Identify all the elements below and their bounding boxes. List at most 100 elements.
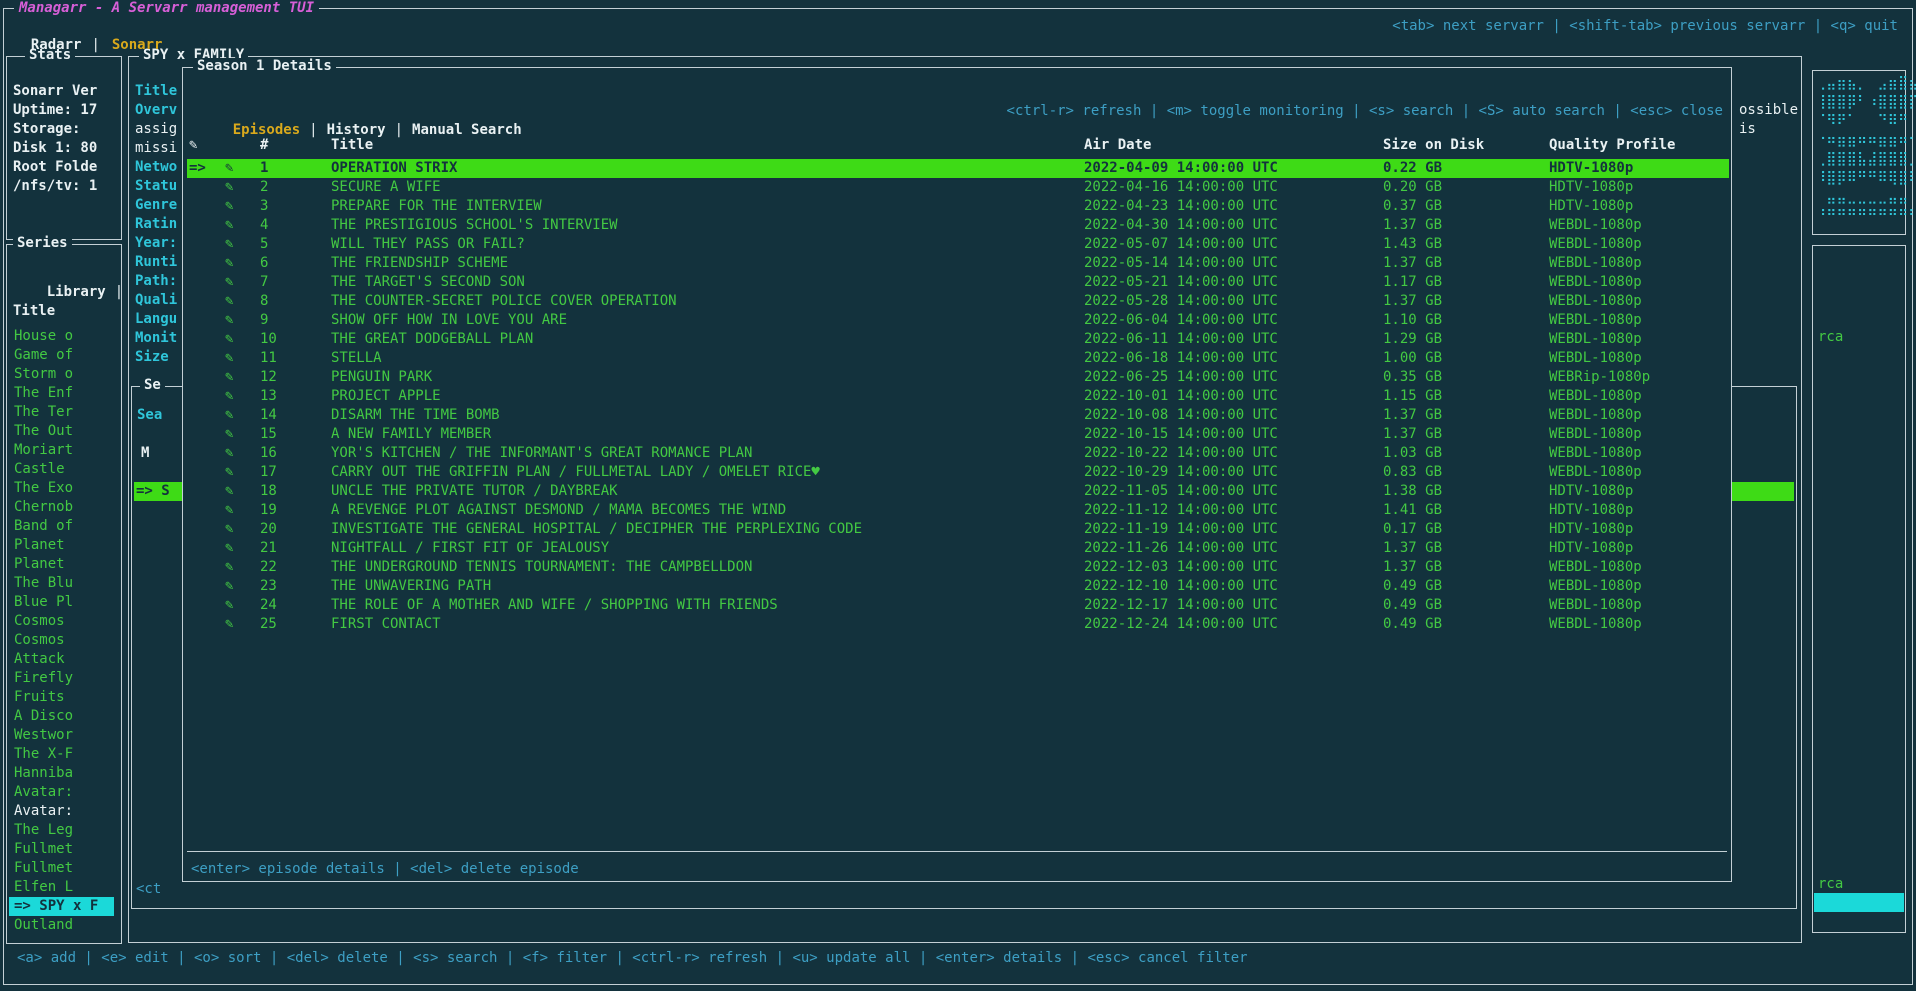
series-list-item[interactable]: Planet xyxy=(9,555,114,574)
episode-quality: WEBDL-1080p xyxy=(1549,615,1642,634)
poster-art-line: ⠸⣿⡿⠿⠛⠛⠿⢿⣿⠇ xyxy=(1816,169,1916,188)
episode-row[interactable]: ✎ 5 WILL THEY PASS OR FAIL? 2022-05-07 1… xyxy=(187,235,1729,254)
series-list-item[interactable]: The Ter xyxy=(9,403,114,422)
episode-row[interactable]: ✎ 25 FIRST CONTACT 2022-12-24 14:00:00 U… xyxy=(187,615,1729,634)
episode-row[interactable]: ✎ 18 UNCLE THE PRIVATE TUTOR / DAYBREAK … xyxy=(187,482,1729,501)
series-list-item[interactable]: Planet xyxy=(9,536,114,555)
series-list-item[interactable]: Avatar: xyxy=(9,802,114,821)
episode-quality: WEBDL-1080p xyxy=(1549,558,1642,577)
series-list-item[interactable]: The Exo xyxy=(9,479,114,498)
series-list-item[interactable]: Westwor xyxy=(9,726,114,745)
episode-row[interactable]: ✎ 12 PENGUIN PARK 2022-06-25 14:00:00 UT… xyxy=(187,368,1729,387)
episode-title: SHOW OFF HOW IN LOVE YOU ARE xyxy=(331,311,567,330)
episode-row[interactable]: ✎ 6 THE FRIENDSHIP SCHEME 2022-05-14 14:… xyxy=(187,254,1729,273)
series-list-item[interactable]: Castle xyxy=(9,460,114,479)
episode-row[interactable]: ✎ 7 THE TARGET'S SECOND SON 2022-05-21 1… xyxy=(187,273,1729,292)
series-list-item[interactable]: Blue Pl xyxy=(9,593,114,612)
episode-row[interactable]: ✎ 20 INVESTIGATE THE GENERAL HOSPITAL / … xyxy=(187,520,1729,539)
series-list-item[interactable]: Fullmet xyxy=(9,840,114,859)
series-list-item[interactable]: Fullmet xyxy=(9,859,114,878)
series-list-item[interactable]: Attack xyxy=(9,650,114,669)
episode-row[interactable]: ✎ 11 STELLA 2022-06-18 14:00:00 UTC 1.00… xyxy=(187,349,1729,368)
series-list-item[interactable]: Game of xyxy=(9,346,114,365)
series-list-item[interactable]: Chernob xyxy=(9,498,114,517)
episode-number: 5 xyxy=(260,235,268,254)
stat-line: Disk 1: 80 xyxy=(13,139,119,158)
episode-row[interactable]: ✎ 13 PROJECT APPLE 2022-10-01 14:00:00 U… xyxy=(187,387,1729,406)
episode-table-header: ✎ # Title Air Date Size on Disk Quality … xyxy=(183,136,1731,155)
episode-number: 22 xyxy=(260,558,277,577)
series-list-item[interactable]: Storm o xyxy=(9,365,114,384)
series-list-item[interactable]: Firefly xyxy=(9,669,114,688)
episode-size: 0.49 GB xyxy=(1383,596,1442,615)
series-list-item[interactable]: House o xyxy=(9,327,114,346)
series-title: Moriart xyxy=(14,442,73,458)
episode-air-date: 2022-11-19 14:00:00 UTC xyxy=(1084,520,1278,539)
episode-quality: WEBDL-1080p xyxy=(1549,577,1642,596)
series-list-item[interactable]: Cosmos xyxy=(9,612,114,631)
episode-title: STELLA xyxy=(331,349,382,368)
episode-row[interactable]: ✎ 14 DISARM THE TIME BOMB 2022-10-08 14:… xyxy=(187,406,1729,425)
episode-air-date: 2022-04-16 14:00:00 UTC xyxy=(1084,178,1278,197)
episode-row[interactable]: ✎ 21 NIGHTFALL / FIRST FIT OF JEALOUSY 2… xyxy=(187,539,1729,558)
episode-row[interactable]: ✎ 3 PREPARE FOR THE INTERVIEW 2022-04-23… xyxy=(187,197,1729,216)
episode-title: PROJECT APPLE xyxy=(331,387,441,406)
poster-art-line: ⢀⣤⣶⣦⡀⠀⣠⣶⣿⣦ xyxy=(1816,74,1916,93)
series-list-item[interactable]: Cosmos xyxy=(9,631,114,650)
episode-size: 0.17 GB xyxy=(1383,520,1442,539)
series-list: House o Game of Storm o The Enf The Ter … xyxy=(9,327,114,935)
episode-air-date: 2022-06-25 14:00:00 UTC xyxy=(1084,368,1278,387)
series-list-item[interactable]: Elfen L xyxy=(9,878,114,897)
series-list-item[interactable]: The Enf xyxy=(9,384,114,403)
episode-row[interactable]: => ✎ 1 OPERATION STRIX 2022-04-09 14:00:… xyxy=(187,159,1729,178)
series-list-item[interactable]: The X-F xyxy=(9,745,114,764)
episode-size: 1.37 GB xyxy=(1383,216,1442,235)
episode-row[interactable]: ✎ 4 THE PRESTIGIOUS SCHOOL'S INTERVIEW 2… xyxy=(187,216,1729,235)
series-list-item[interactable]: Avatar: xyxy=(9,783,114,802)
edit-pencil-icon: ✎ xyxy=(225,539,233,558)
series-list-item[interactable]: Fruits xyxy=(9,688,114,707)
episode-row[interactable]: ✎ 2 SECURE A WIFE 2022-04-16 14:00:00 UT… xyxy=(187,178,1729,197)
episode-row[interactable]: ✎ 8 THE COUNTER-SECRET POLICE COVER OPER… xyxy=(187,292,1729,311)
series-title: Elfen L xyxy=(14,879,73,895)
stat-line: /nfs/tv: 1 xyxy=(13,177,119,196)
series-list-item[interactable]: A Disco xyxy=(9,707,114,726)
series-list-item[interactable]: Band of xyxy=(9,517,114,536)
series-title: Fullmet xyxy=(14,860,73,876)
series-library-panel: Series Library| Title House o Game of St… xyxy=(6,244,122,944)
overview-text-fragment: is xyxy=(1739,120,1756,139)
episode-row[interactable]: ✎ 16 YOR'S KITCHEN / THE INFORMANT'S GRE… xyxy=(187,444,1729,463)
series-list-item[interactable]: => SPY x F xyxy=(9,897,114,916)
episode-row[interactable]: ✎ 17 CARRY OUT THE GRIFFIN PLAN / FULLME… xyxy=(187,463,1729,482)
edit-pencil-icon: ✎ xyxy=(225,501,233,520)
episode-air-date: 2022-10-22 14:00:00 UTC xyxy=(1084,444,1278,463)
episode-row[interactable]: ✎ 23 THE UNWAVERING PATH 2022-12-10 14:0… xyxy=(187,577,1729,596)
episode-row[interactable]: ✎ 15 A NEW FAMILY MEMBER 2022-10-15 14:0… xyxy=(187,425,1729,444)
series-list-item[interactable]: Hanniba xyxy=(9,764,114,783)
episode-row[interactable]: ✎ 22 THE UNDERGROUND TENNIS TOURNAMENT: … xyxy=(187,558,1729,577)
episode-row[interactable]: ✎ 9 SHOW OFF HOW IN LOVE YOU ARE 2022-06… xyxy=(187,311,1729,330)
header-title: Title xyxy=(331,136,373,155)
episode-air-date: 2022-12-24 14:00:00 UTC xyxy=(1084,615,1278,634)
series-list-item[interactable]: Outland xyxy=(9,916,114,935)
episode-title: WILL THEY PASS OR FAIL? xyxy=(331,235,525,254)
poster-panel: ⢀⣤⣶⣦⡀⠀⣠⣶⣿⣦⢸⣿⣿⡿⠃⠰⣿⣿⣿⡏⠈⠻⠟⠁⠀⠀⠙⠿⠛⠀⠐⠶⣶⣶⠶⠶⣶⣶⠶⠂… xyxy=(1812,70,1906,235)
episode-row[interactable]: ✎ 19 A REVENGE PLOT AGAINST DESMOND / MA… xyxy=(187,501,1729,520)
episode-size: 0.20 GB xyxy=(1383,178,1442,197)
episode-air-date: 2022-10-29 14:00:00 UTC xyxy=(1084,463,1278,482)
tab-sonarr[interactable]: Sonarr xyxy=(112,36,163,55)
header-air-date: Air Date xyxy=(1084,136,1151,155)
tab-library[interactable]: Library xyxy=(47,284,106,300)
series-list-item[interactable]: The Blu xyxy=(9,574,114,593)
tab-radarr[interactable]: Radarr xyxy=(31,36,82,55)
episode-row[interactable]: ✎ 24 THE ROLE OF A MOTHER AND WIFE / SHO… xyxy=(187,596,1729,615)
episode-quality: WEBDL-1080p xyxy=(1549,330,1642,349)
episode-row[interactable]: ✎ 10 THE GREAT DODGEBALL PLAN 2022-06-11… xyxy=(187,330,1729,349)
episode-air-date: 2022-11-05 14:00:00 UTC xyxy=(1084,482,1278,501)
series-list-item[interactable]: Moriart xyxy=(9,441,114,460)
series-list-item[interactable]: The Leg xyxy=(9,821,114,840)
series-title: Castle xyxy=(14,461,65,477)
series-list-item[interactable]: The Out xyxy=(9,422,114,441)
episode-number: 13 xyxy=(260,387,277,406)
header-quality-profile: Quality Profile xyxy=(1549,136,1675,155)
